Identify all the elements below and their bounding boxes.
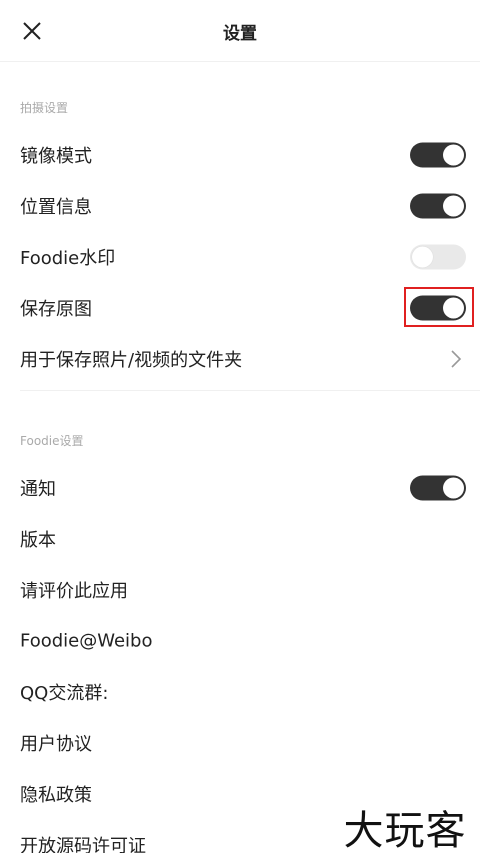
row-mirror-mode[interactable]: 镜像模式 xyxy=(0,129,480,180)
header-bar: 设置 xyxy=(0,0,480,62)
chevron-right-icon xyxy=(451,349,462,368)
row-label: 开放源码许可证 xyxy=(20,835,146,853)
section-title-shooting: 拍摄设置 xyxy=(20,101,69,115)
row-label: Foodie@Weibo xyxy=(20,630,153,651)
toggle-knob xyxy=(443,195,464,216)
watermark: 大玩客 xyxy=(330,800,480,853)
row-label: 版本 xyxy=(20,529,56,551)
row-label: QQ交流群: xyxy=(20,682,109,704)
row-label: 镜像模式 xyxy=(20,145,92,167)
row-label: Foodie水印 xyxy=(20,247,116,269)
row-qq-group[interactable]: QQ交流群: xyxy=(0,666,480,717)
section-divider xyxy=(20,390,480,391)
row-version[interactable]: 版本 xyxy=(0,513,480,564)
toggle-knob xyxy=(443,144,464,165)
foodie-watermark-toggle[interactable] xyxy=(410,244,466,269)
page-title: 设置 xyxy=(223,24,257,44)
row-weibo[interactable]: Foodie@Weibo xyxy=(0,615,480,666)
row-save-folder[interactable]: 用于保存照片/视频的文件夹 xyxy=(0,333,480,384)
row-label: 用户协议 xyxy=(20,733,92,755)
row-label: 请评价此应用 xyxy=(20,580,128,602)
row-label: 位置信息 xyxy=(20,196,92,218)
row-label: 保存原图 xyxy=(20,298,92,320)
notification-toggle[interactable] xyxy=(410,475,466,500)
row-user-agreement[interactable]: 用户协议 xyxy=(0,717,480,768)
location-info-toggle[interactable] xyxy=(410,193,466,218)
row-label: 通知 xyxy=(20,478,56,500)
section-title-foodie: Foodie设置 xyxy=(20,434,84,448)
toggle-knob xyxy=(412,246,433,267)
mirror-mode-toggle[interactable] xyxy=(410,142,466,167)
row-rate-app[interactable]: 请评价此应用 xyxy=(0,564,480,615)
row-notification[interactable]: 通知 xyxy=(0,462,480,513)
row-location-info[interactable]: 位置信息 xyxy=(0,180,480,231)
row-label: 用于保存照片/视频的文件夹 xyxy=(20,349,243,371)
highlight-box xyxy=(404,287,474,327)
watermark-text: 大玩客 xyxy=(343,807,467,853)
row-foodie-watermark[interactable]: Foodie水印 xyxy=(0,231,480,282)
toggle-knob xyxy=(443,477,464,498)
row-label: 隐私政策 xyxy=(20,784,92,806)
